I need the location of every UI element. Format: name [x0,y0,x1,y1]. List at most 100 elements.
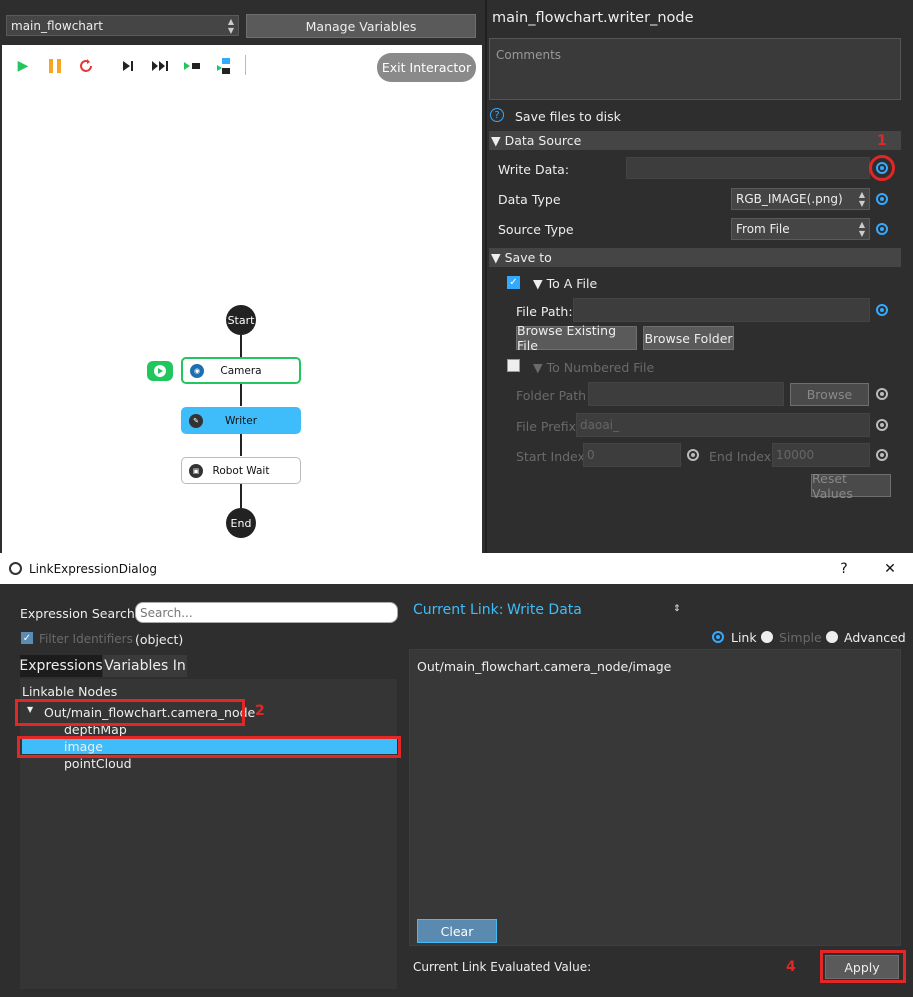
annotation-2: 2 [255,703,265,719]
data-source-header[interactable]: ▼ Data Source [489,131,901,150]
mode-advanced-radio[interactable] [826,631,838,643]
source-type-value: From File [736,222,790,236]
comments-textarea[interactable]: Comments [489,38,901,100]
end-index-link-button [876,449,888,461]
end-index-field: 10000 [772,443,870,467]
clear-button[interactable]: Clear [417,919,497,943]
to-numbered-file-label[interactable]: ▼ To Numbered File [533,360,654,375]
chevron-updown-icon: ▲ ▼ [858,190,865,208]
pause-icon[interactable] [47,58,63,74]
expression-text: Out/main_flowchart.camera_node/image [417,659,672,674]
write-data-field[interactable] [626,157,870,179]
active-indicator [147,361,173,381]
writer-icon: ✎ [189,413,203,428]
mode-simple-radio[interactable] [761,631,773,643]
step-icon[interactable] [120,58,136,74]
play-icon[interactable]: ▶ [15,58,31,74]
to-numbered-file-text: To Numbered File [546,360,655,375]
data-type-value: RGB_IMAGE(.png) [736,192,843,206]
annotation-box-2 [15,699,245,726]
file-path-field[interactable] [573,298,870,322]
edge [240,384,242,406]
robot-wait-node[interactable]: ▣ Robot Wait [181,457,301,484]
start-index-field: 0 [583,443,681,467]
tab-variables-in[interactable]: Variables In [103,655,187,677]
browse-folder-button[interactable]: Browse Folder [643,326,734,350]
dialog-title: LinkExpressionDialog [29,561,157,576]
camera-node[interactable]: ◉ Camera [181,357,301,384]
chevron-updown-icon: ▲ ▼ [227,16,234,35]
browse-button: Browse [790,383,869,406]
dialog-titlebar: LinkExpressionDialog ? ✕ [0,553,913,584]
expression-editor[interactable] [409,649,901,946]
mode-link-label: Link [731,630,757,645]
linkable-nodes-label: Linkable Nodes [22,684,118,699]
evaluated-value-label: Current Link Evaluated Value: [413,960,592,974]
panel-title: main_flowchart.writer_node [492,10,694,26]
data-type-select[interactable]: RGB_IMAGE(.png) ▲ ▼ [731,188,870,210]
end-index-label: End Index [709,449,772,464]
filter-identifiers-checkbox[interactable]: ✓ [21,632,33,644]
annotation-box-3 [17,736,401,758]
mode-advanced-label: Advanced [844,630,906,645]
current-link-select[interactable]: Write Data [507,602,582,618]
tab-expressions[interactable]: Expressions [19,655,103,677]
writer-node[interactable]: ✎ Writer [181,407,301,434]
to-numbered-file-checkbox[interactable] [507,359,520,372]
object-label: (object) [135,632,184,647]
to-a-file-label[interactable]: ▼ To A File [533,276,597,291]
play-icon [154,365,166,377]
restart-icon[interactable] [78,58,94,74]
start-index-label: Start Index [516,449,585,464]
search-input[interactable]: Search... [135,602,398,623]
collapse-triangle-icon: ▼ [491,133,501,148]
exit-interactor-button[interactable]: Exit Interactor [377,53,476,82]
manage-variables-button[interactable]: Manage Variables [246,14,476,38]
data-source-title: Data Source [504,133,582,148]
close-button[interactable]: ✕ [867,561,913,577]
to-a-file-text: To A File [546,276,598,291]
file-prefix-label: File Prefix [516,419,577,434]
expression-search-label: Expression Search: [20,606,139,621]
end-node[interactable]: End [226,508,256,538]
node-label: Writer [224,414,258,427]
start-index-link-button [687,449,699,461]
start-node[interactable]: Start [226,305,256,335]
browse-existing-file-button[interactable]: Browse Existing File [516,323,637,353]
folder-path-label: Folder Path [516,388,587,403]
to-a-file-checkbox[interactable]: ✓ [507,276,520,289]
chevron-updown-icon: ▲ ▼ [858,220,865,238]
help-icon[interactable]: ? [490,108,504,122]
flowchart-select[interactable]: main_flowchart ▲ ▼ [6,15,239,36]
toolbar-divider [245,55,246,75]
data-type-link-button[interactable] [876,193,888,205]
annotation-4: 4 [786,959,796,975]
link-expression-dialog: LinkExpressionDialog ? ✕ Expression Sear… [0,553,913,997]
app-window: main_flowchart ▲ ▼ Manage Variables Exit … [0,0,913,997]
source-type-link-button[interactable] [876,223,888,235]
collapse-triangle-icon: ▼ [491,250,501,265]
reset-values-button: Reset Values [811,471,891,501]
flowchart-select-value: main_flowchart [11,18,103,33]
source-type-select[interactable]: From File ▲ ▼ [731,218,870,240]
data-type-label: Data Type [498,192,561,207]
save-files-label: Save files to disk [515,109,621,124]
save-to-header[interactable]: ▼ Save to [489,248,901,267]
file-path-label: File Path: [516,304,573,319]
tree-item-pointcloud[interactable]: pointCloud [64,756,132,771]
mode-link-radio[interactable] [712,631,724,643]
file-prefix-link-button [876,419,888,431]
fast-forward-icon[interactable] [151,58,171,74]
collapse-triangle-icon: ▼ [533,360,543,375]
write-data-label: Write Data: [498,162,570,177]
camera-icon: ◉ [190,363,204,378]
annotation-box-4 [820,950,906,983]
file-path-link-button[interactable] [876,304,888,316]
filter-identifiers-label: Filter Identifiers [39,632,133,646]
folder-path-link-button [876,388,888,400]
edge [240,484,242,508]
step-into-icon[interactable] [183,58,203,74]
folder-path-field [588,382,784,406]
step-node-icon[interactable] [216,58,234,74]
help-button[interactable]: ? [821,561,867,577]
